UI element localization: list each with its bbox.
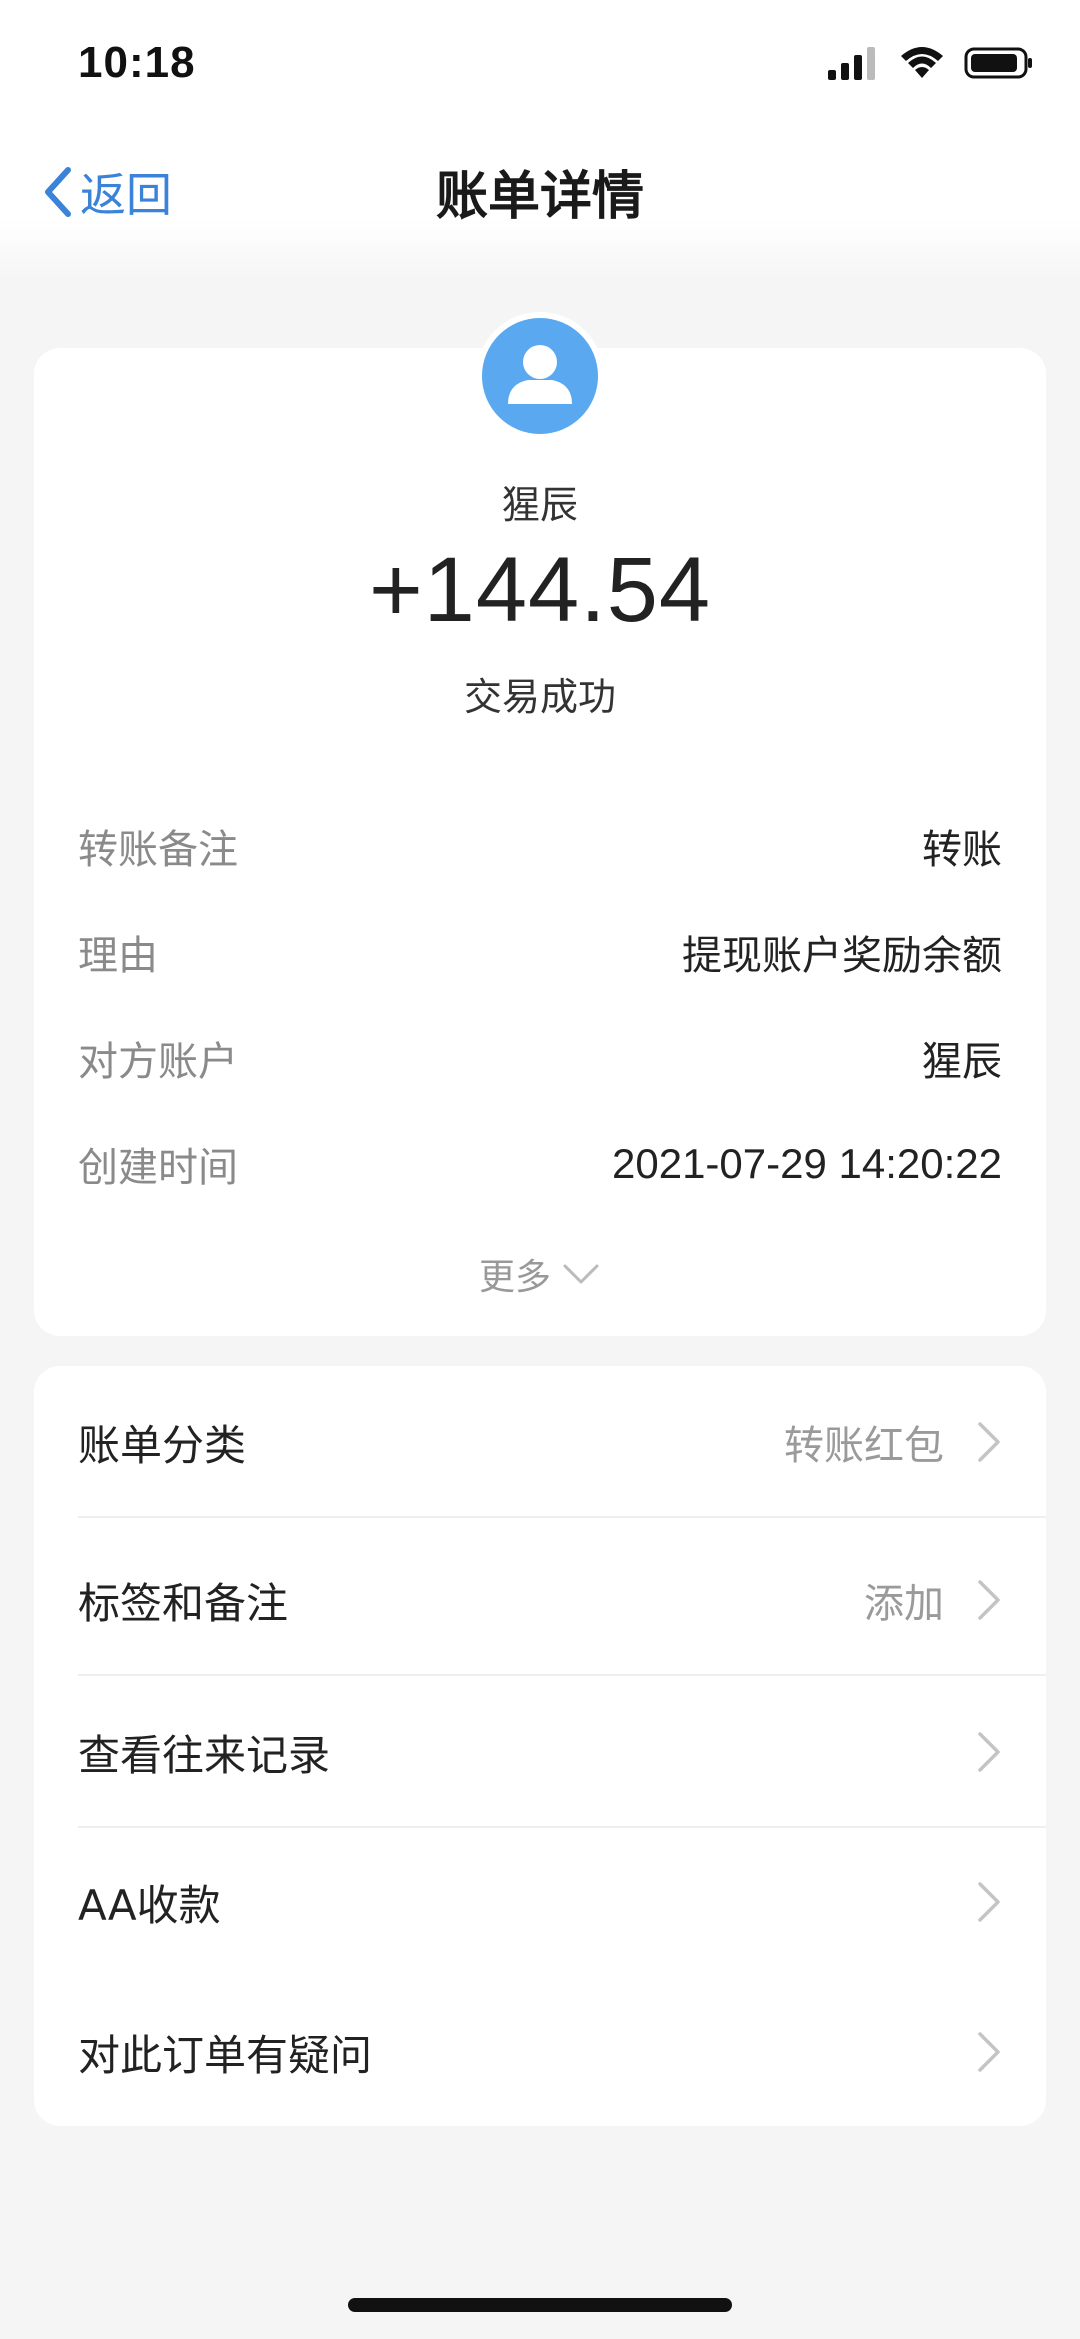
detail-row-remark: 转账备注 转账	[78, 816, 1002, 876]
chevron-right-icon	[978, 2032, 1000, 2072]
wifi-icon	[901, 47, 943, 78]
chevron-down-icon	[563, 1264, 599, 1284]
actions-card: 账单分类 转账红包 标签和备注 添加 查看往来记录 AA收款 对此订单有疑问	[34, 1366, 1046, 2126]
action-label: 对此订单有疑问	[78, 2030, 373, 2080]
transaction-summary-card: 猩辰 +144.54 交易成功 转账备注 转账 理由 提现账户奖励余额 对方账户…	[34, 318, 1046, 1336]
nav-bar: 返回 账单详情	[0, 130, 1080, 280]
status-bar: 10:18	[0, 0, 1080, 130]
detail-row-counterparty: 对方账户 猩辰	[78, 1028, 1002, 1088]
more-toggle[interactable]: 更多	[34, 1244, 1046, 1304]
signal-icon	[828, 47, 875, 80]
status-icons	[828, 46, 1034, 80]
detail-label: 理由	[78, 933, 158, 979]
transaction-status: 交易成功	[463, 675, 616, 719]
detail-value: 2021-07-29 14:20:22	[612, 1140, 1002, 1187]
status-time: 10:18	[78, 38, 196, 87]
bill-category-row[interactable]: 账单分类 转账红包	[34, 1366, 1046, 1518]
detail-label: 转账备注	[78, 827, 238, 873]
action-label: 标签和备注	[78, 1578, 289, 1628]
avatar	[482, 318, 598, 434]
action-label: AA收款	[78, 1880, 221, 1930]
battery-icon	[964, 47, 1032, 79]
detail-value: 猩辰	[922, 1039, 1002, 1085]
chevron-right-icon	[978, 1580, 1000, 1620]
home-indicator	[348, 2298, 732, 2312]
divider	[78, 1516, 1046, 1518]
detail-row-reason: 理由 提现账户奖励余额	[78, 922, 1002, 982]
action-label: 查看往来记录	[78, 1730, 331, 1780]
payee-name: 猩辰	[501, 483, 578, 527]
chevron-right-icon	[978, 1422, 1000, 1462]
aa-collection-row[interactable]: AA收款	[34, 1826, 1046, 1978]
detail-value: 提现账户奖励余额	[682, 933, 1002, 979]
page-title: 账单详情	[435, 167, 644, 227]
action-value: 转账红包	[784, 1423, 944, 1469]
transaction-amount: +144.54	[368, 539, 712, 641]
action-label: 账单分类	[78, 1420, 247, 1470]
detail-row-created-time: 创建时间 2021-07-29 14:20:22	[78, 1134, 1002, 1194]
detail-value: 转账	[922, 827, 1002, 873]
detail-label: 对方账户	[78, 1039, 238, 1085]
chevron-right-icon	[978, 1882, 1000, 1922]
order-question-row[interactable]: 对此订单有疑问	[34, 1976, 1046, 2128]
transaction-history-row[interactable]: 查看往来记录	[34, 1676, 1046, 1828]
action-value: 添加	[864, 1581, 944, 1627]
chevron-right-icon	[978, 1732, 1000, 1772]
more-label: 更多	[478, 1257, 551, 1298]
user-icon	[508, 345, 572, 404]
tags-notes-row[interactable]: 标签和备注 添加	[34, 1524, 1046, 1676]
detail-label: 创建时间	[78, 1145, 238, 1191]
